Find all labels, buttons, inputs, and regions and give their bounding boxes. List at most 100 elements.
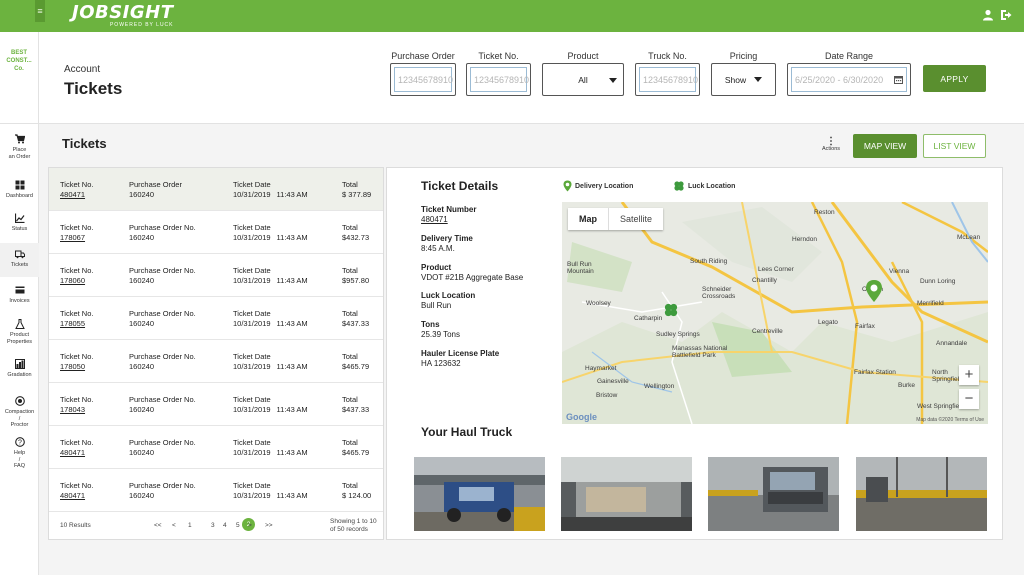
page-5-button[interactable]: 5 — [236, 522, 240, 529]
ticket-number-cell: Ticket No. 178043 — [60, 395, 93, 414]
sidebar-item-dashboard[interactable]: Dashboard — [0, 180, 39, 200]
ticket-date-label: Ticket Date — [233, 180, 271, 189]
ticket-row[interactable]: Ticket No. 178043 Purchase Order No. 160240… — [49, 383, 383, 426]
ticket-number-link[interactable]: 178050 — [60, 362, 93, 372]
ticket-number-link[interactable]: 480471 — [421, 215, 448, 224]
ticket-details-title: Ticket Details — [421, 179, 499, 193]
truck-no-input[interactable]: 12345678910 — [639, 67, 698, 92]
truck-no-field[interactable]: 12345678910 — [635, 63, 700, 96]
sidebar-item-compaction-proctor[interactable]: Compaction / Proctor — [0, 396, 39, 429]
ticket-row[interactable]: Ticket No. 178067 Purchase Order No. 160240… — [49, 211, 383, 254]
pricing-select[interactable]: Show — [711, 63, 776, 96]
map-place-label: Burke — [898, 382, 915, 389]
sidebar-item-status[interactable]: Status — [0, 213, 39, 233]
truck-photo-2[interactable] — [561, 457, 692, 531]
ticket-date-cell: Ticket Date 10/31/2019 11:43 AM — [233, 309, 308, 328]
ticket-row[interactable]: Ticket No. 480471 Purchase Order 160240 Tick… — [49, 168, 383, 211]
ticket-total-label: Total — [342, 352, 358, 361]
ticket-number-link[interactable]: 480471 — [60, 190, 93, 200]
ticket-list: Ticket No. 480471 Purchase Order 160240 Tick… — [48, 167, 384, 540]
luck-location-clover-icon[interactable] — [663, 302, 679, 318]
field-product: Product VDOT #21B Aggregate Base — [421, 263, 524, 282]
purchase-order-label: Purchase Order — [129, 180, 182, 189]
sidebar-item-gradation[interactable]: Gradation — [0, 359, 39, 379]
sidebar-item-tickets[interactable]: Tickets — [0, 243, 39, 277]
menu-icon[interactable]: ≡ — [35, 0, 45, 22]
ticket-row[interactable]: Ticket No. 178055 Purchase Order No. 160240… — [49, 297, 383, 340]
zoom-out-button[interactable]: − — [959, 389, 979, 409]
page-1-button[interactable]: 1 — [188, 522, 192, 529]
ticket-number-label: Ticket No. — [60, 309, 94, 318]
list-view-button[interactable]: LIST VIEW — [923, 134, 986, 158]
chevron-down-icon — [754, 77, 763, 82]
ticket-total-label: Total — [342, 223, 358, 232]
map-place-label: Gainesville — [597, 378, 629, 385]
page-3-button[interactable]: 3 — [211, 522, 215, 529]
breadcrumb: Account — [64, 64, 101, 75]
ticket-number-link[interactable]: 178067 — [60, 233, 93, 243]
ticket-row[interactable]: Ticket No. 178050 Purchase Order No. 160240… — [49, 340, 383, 383]
top-bar: ≡ JOBSIGHT POWERED BY LUCK — [0, 0, 1024, 32]
sidebar-item-invoices[interactable]: Invoices — [0, 285, 39, 305]
ticket-total-value: $ 377.89 — [342, 189, 372, 199]
ticket-row[interactable]: Ticket No. 178060 Purchase Order No. 160240… — [49, 254, 383, 297]
purchase-order-field[interactable]: 12345678910 — [390, 63, 456, 96]
ticket-row[interactable]: Ticket No. 480471 Purchase Order No. 160240… — [49, 469, 383, 512]
truck-photo-4[interactable] — [856, 457, 987, 531]
ticket-date-label: Ticket Date — [233, 309, 271, 318]
sidebar-item-help-faq[interactable]: ? Help / FAQ — [0, 437, 39, 470]
field-tons: Tons 25.39 Tons — [421, 320, 460, 339]
sidebar-item-place-order[interactable]: Place an Order — [0, 134, 39, 160]
map[interactable]: Map Satellite Reston Herndon McLean Bull… — [562, 202, 988, 424]
zoom-in-button[interactable]: + — [959, 365, 979, 385]
ticket-number-link[interactable]: 178055 — [60, 319, 93, 329]
product-select[interactable]: All — [542, 63, 624, 96]
status-chart-icon — [14, 213, 24, 223]
next-page-button[interactable]: > — [248, 522, 252, 529]
user-icon[interactable] — [982, 9, 994, 21]
purchase-order-input[interactable]: 12345678910 — [394, 67, 453, 92]
ticket-number-link[interactable]: 178043 — [60, 405, 93, 415]
page-title: Tickets — [64, 79, 123, 98]
map-place-label: West Springfield — [917, 403, 965, 410]
legend-delivery: Delivery Location — [563, 180, 633, 192]
first-page-button[interactable]: << — [154, 522, 162, 529]
ticket-date-value: 10/31/2019 11:43 AM — [233, 319, 308, 329]
date-range-placeholder: 6/25/2020 - 6/30/2020 — [795, 74, 884, 85]
sidebar-item-product-properties[interactable]: Product Properties — [0, 319, 39, 345]
page-4-button[interactable]: 4 — [223, 522, 227, 529]
purchase-order-value: 160240 — [129, 404, 155, 414]
prev-page-button[interactable]: < — [172, 522, 176, 529]
apply-button[interactable]: APPLY — [923, 65, 986, 92]
ticket-number-link[interactable]: 178060 — [60, 276, 93, 286]
map-toggle-button[interactable]: Map — [568, 208, 608, 230]
map-attribution[interactable]: Map data ©2020 Terms of Use — [916, 417, 984, 423]
calendar-icon[interactable] — [894, 75, 903, 84]
truck-photo-3[interactable] — [708, 457, 839, 531]
actions-menu[interactable]: ⋮ Actions — [818, 136, 844, 153]
ticket-date-cell: Ticket Date 10/31/2019 11:43 AM — [233, 395, 308, 414]
ticket-no-input[interactable]: 12345678910 — [470, 67, 529, 92]
purchase-order-cell: Purchase Order No. 160240 — [129, 266, 196, 285]
map-place-label: Annandale — [936, 340, 968, 347]
ticket-total-label: Total — [342, 180, 358, 189]
ticket-number-link[interactable]: 480471 — [60, 491, 93, 501]
company-name[interactable]: BEST CONST... Co. — [0, 32, 38, 124]
ticket-number-link[interactable]: 480471 — [60, 448, 93, 458]
date-range-field[interactable]: 6/25/2020 - 6/30/2020 — [787, 63, 911, 96]
map-type-toggle[interactable]: Map Satellite — [568, 208, 664, 230]
truck-photo-1[interactable] — [414, 457, 545, 531]
ticket-row[interactable]: Ticket No. 480471 Purchase Order No. 160240… — [49, 426, 383, 469]
ticket-date-cell: Ticket Date 10/31/2019 11:43 AM — [233, 481, 308, 500]
ticket-date-cell: Ticket Date 10/31/2019 11:43 AM — [233, 223, 308, 242]
jobsight-logo[interactable]: JOBSIGHT POWERED BY LUCK — [72, 4, 174, 29]
map-view-button[interactable]: MAP VIEW — [853, 134, 917, 158]
ticket-no-field[interactable]: 12345678910 — [466, 63, 531, 96]
more-vertical-icon: ⋮ — [826, 136, 836, 147]
delivery-location-pin-icon[interactable] — [865, 279, 883, 303]
last-page-button[interactable]: >> — [265, 522, 273, 529]
map-place-label: Bull Run — [567, 261, 592, 268]
logout-icon[interactable] — [1000, 9, 1012, 21]
satellite-toggle-button[interactable]: Satellite — [608, 208, 663, 230]
date-range-input[interactable]: 6/25/2020 - 6/30/2020 — [791, 67, 907, 92]
